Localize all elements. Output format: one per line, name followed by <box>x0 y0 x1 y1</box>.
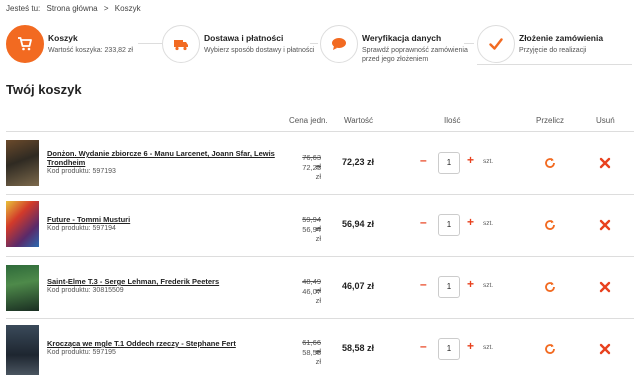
truck-icon <box>162 25 200 63</box>
refresh-icon[interactable] <box>544 343 556 355</box>
product-name-link[interactable]: Donżon. Wydanie zbiorcze 6 - Manu Larcen… <box>47 149 277 167</box>
unit-price: 58,58 zł <box>302 348 321 366</box>
unit-price: 72,23 zł <box>302 163 321 181</box>
line-value: 46,07 zł <box>342 281 375 291</box>
product-code: Kod produktu: 30815509 <box>47 287 124 294</box>
header-recalculate: Przelicz <box>536 116 565 125</box>
header-quantity: Ilość <box>444 116 461 125</box>
refresh-icon[interactable] <box>544 157 556 169</box>
cart-row: Donżon. Wydanie zbiorcze 6 - Manu Larcen… <box>6 132 634 194</box>
refresh-icon[interactable] <box>544 281 556 293</box>
step-desc: Przyjęcie do realizacji <box>519 47 587 54</box>
quantity-input[interactable]: 1 <box>438 214 460 236</box>
increase-qty-button[interactable]: + <box>467 339 474 353</box>
product-cover-image[interactable] <box>6 201 39 247</box>
remove-icon[interactable] <box>599 157 611 169</box>
decrease-qty-button[interactable]: – <box>420 277 427 291</box>
decrease-qty-button[interactable]: – <box>420 339 427 353</box>
breadcrumb-home-link[interactable]: Strona główna <box>46 4 97 13</box>
quantity-input[interactable]: 1 <box>438 276 460 298</box>
unit-price: 46,07 zł <box>302 287 321 305</box>
line-value: 56,94 zł <box>342 219 375 229</box>
product-name-link[interactable]: Saint-Elme T.3 - Serge Lehman, Frederik … <box>47 277 277 286</box>
step-title: Weryfikacja danych <box>362 33 442 43</box>
cart-row: Future - Tommi Musturi Kod produktu: 597… <box>6 195 634 257</box>
increase-qty-button[interactable]: + <box>467 153 474 167</box>
product-name-link[interactable]: Future - Tommi Musturi <box>47 215 277 224</box>
product-code: Kod produktu: 597193 <box>47 168 116 175</box>
header-unit-price: Cena jedn. <box>289 116 328 125</box>
step-desc: Wartość koszyka: 233,82 zł <box>48 47 133 54</box>
step-title: Dostawa i płatności <box>204 33 284 43</box>
product-name-link[interactable]: Krocząca we mgle T.1 Oddech rzeczy - Ste… <box>47 339 277 348</box>
step-title: Koszyk <box>48 33 78 43</box>
product-code: Kod produktu: 597195 <box>47 349 116 356</box>
quantity-input[interactable]: 1 <box>438 152 460 174</box>
increase-qty-button[interactable]: + <box>467 277 474 291</box>
breadcrumb-label: Jesteś tu: <box>6 4 41 13</box>
line-value: 58,58 zł <box>342 343 375 353</box>
header-value: Wartość <box>344 116 374 125</box>
increase-qty-button[interactable]: + <box>467 215 474 229</box>
step-connector <box>138 43 162 44</box>
product-code: Kod produktu: 597194 <box>47 225 116 232</box>
page-title: Twój koszyk <box>6 82 82 97</box>
product-cover-image[interactable] <box>6 140 39 186</box>
step-connector <box>310 43 318 44</box>
remove-icon[interactable] <box>599 343 611 355</box>
step-desc: Wybierz sposób dostawy i płatności <box>204 47 315 54</box>
product-cover-image[interactable] <box>6 325 39 375</box>
check-icon <box>477 25 515 63</box>
breadcrumb-current: Koszyk <box>114 4 141 13</box>
product-cover-image[interactable] <box>6 265 39 311</box>
cart-row: Saint-Elme T.3 - Serge Lehman, Frederik … <box>6 257 634 319</box>
line-value: 72,23 zł <box>342 157 375 167</box>
qty-unit: szt. <box>483 344 494 351</box>
breadcrumb: Jesteś tu: Strona główna > Koszyk <box>6 4 145 13</box>
remove-icon[interactable] <box>599 219 611 231</box>
refresh-icon[interactable] <box>544 219 556 231</box>
checkout-steps: Koszyk Wartość koszyka: 233,82 zł Dostaw… <box>0 24 640 68</box>
step-connector <box>477 64 632 65</box>
decrease-qty-button[interactable]: – <box>420 153 427 167</box>
qty-unit: szt. <box>483 158 494 165</box>
breadcrumb-separator: > <box>103 4 109 13</box>
step-desc: Sprawdź poprawność zamówienia przed jego… <box>362 47 468 63</box>
qty-unit: szt. <box>483 282 494 289</box>
step-title: Złożenie zamówienia <box>519 33 604 43</box>
cart-row: Krocząca we mgle T.1 Oddech rzeczy - Ste… <box>6 319 634 376</box>
speech-bubble-icon <box>320 25 358 63</box>
decrease-qty-button[interactable]: – <box>420 215 427 229</box>
step-connector <box>464 43 474 44</box>
quantity-input[interactable]: 1 <box>438 338 460 360</box>
cart-icon <box>6 25 44 63</box>
header-remove: Usuń <box>596 116 615 125</box>
remove-icon[interactable] <box>599 281 611 293</box>
unit-price: 56,94 zł <box>302 225 321 243</box>
qty-unit: szt. <box>483 220 494 227</box>
